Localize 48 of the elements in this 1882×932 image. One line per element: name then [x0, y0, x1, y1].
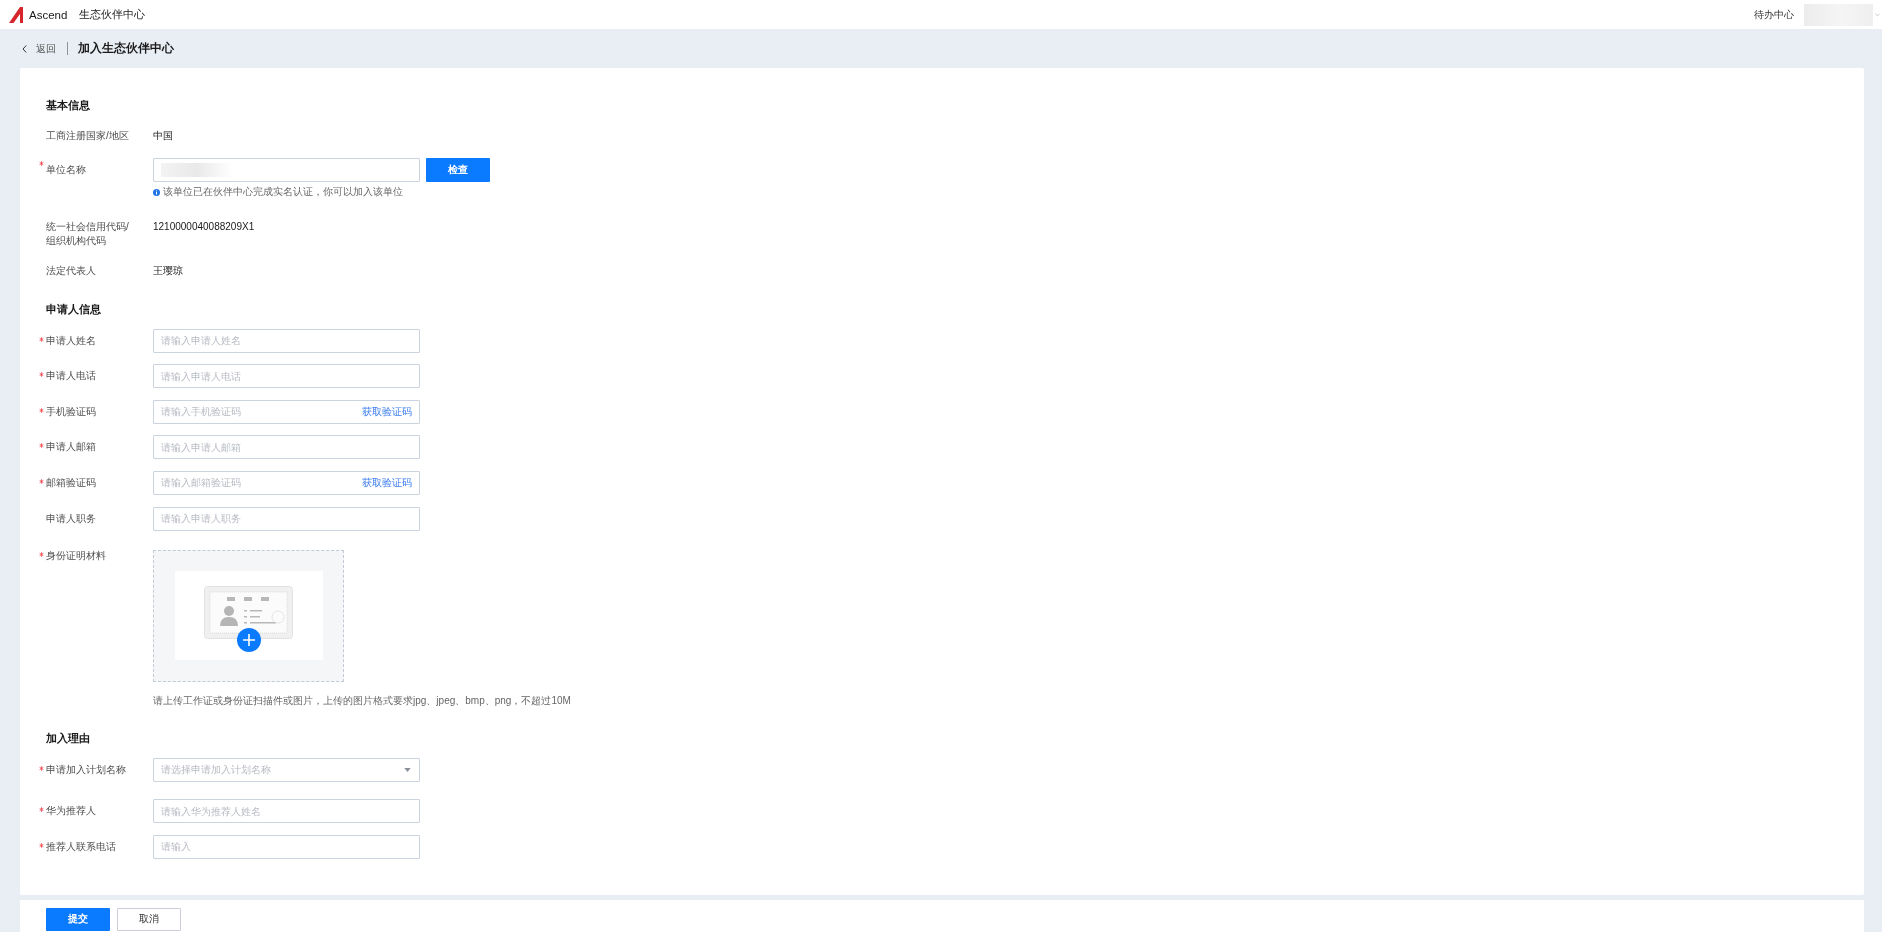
input-field[interactable]: [153, 158, 420, 182]
field-label: 申请加入计划名称: [46, 762, 126, 777]
info-icon: [153, 188, 160, 196]
input-field[interactable]: 请输入邮箱验证码 获取验证码: [153, 470, 420, 495]
get-code-link[interactable]: 获取验证码: [362, 475, 412, 490]
input-field[interactable]: 请输入: [153, 834, 420, 859]
section-title: 申请人信息: [45, 302, 102, 317]
field-value: 1210000040088209X1: [153, 220, 255, 234]
caret-down-icon: [404, 767, 411, 772]
chevron-down-icon[interactable]: [1875, 12, 1880, 17]
field-label: 统一社会信用代码/组织机构代码: [46, 220, 130, 248]
field-label: 申请人职务: [46, 511, 96, 526]
input-field[interactable]: 请输入申请人职务: [153, 506, 420, 531]
page-title: 加入生态伙伴中心: [78, 40, 174, 57]
input-field[interactable]: 请输入申请人邮箱: [153, 435, 420, 460]
section-title: 基本信息: [45, 98, 91, 113]
app-name[interactable]: 生态伙伴中心: [79, 7, 146, 22]
field-label: 身份证明材料: [46, 548, 106, 563]
field-label: 申请人邮箱: [46, 440, 96, 455]
input-field[interactable]: 请输入手机验证码 获取验证码: [153, 399, 420, 424]
input-field[interactable]: 请输入申请人电话: [153, 364, 420, 389]
field-label: 申请人姓名: [46, 333, 96, 348]
field-label: 法定代表人: [46, 264, 96, 278]
field-label: 手机验证码: [46, 404, 96, 419]
submit-button[interactable]: 提交: [46, 907, 110, 931]
back-button[interactable]: 返回: [22, 41, 56, 56]
get-code-link[interactable]: 获取验证码: [362, 404, 412, 419]
field-value: 王璎琼: [153, 264, 183, 278]
field-value: 中国: [153, 129, 173, 143]
section-title: 加入理由: [45, 730, 91, 746]
id-card-icon: [204, 586, 293, 640]
todo-link[interactable]: 待办中心: [1754, 7, 1794, 22]
field-label: 申请人电话: [46, 369, 96, 384]
field-label: 单位名称: [46, 163, 86, 177]
input-field[interactable]: 请输入申请人姓名: [153, 328, 420, 353]
field-label: 工商注册国家/地区: [46, 129, 129, 143]
field-label: 邮箱验证码: [46, 475, 96, 490]
upload-dropzone[interactable]: [153, 549, 344, 682]
add-icon[interactable]: [236, 628, 261, 653]
hint-text: 该单位已在伙伴中心完成实名认证，你可以加入该单位: [163, 186, 403, 198]
field-label: 华为推荐人: [46, 804, 96, 819]
chevron-left-icon: [22, 44, 27, 53]
input-field[interactable]: 请输入华为推荐人姓名: [153, 799, 420, 824]
upload-hint: 请上传工作证或身份证扫描件或图片，上传的图片格式要求jpg、jpeg、bmp、png，不超过10M: [153, 694, 571, 707]
cancel-button[interactable]: 取消: [117, 907, 181, 931]
field-label: 推荐人联系电话: [46, 839, 116, 854]
logo-text: Ascend: [29, 8, 68, 21]
check-button[interactable]: 检查: [426, 158, 490, 182]
